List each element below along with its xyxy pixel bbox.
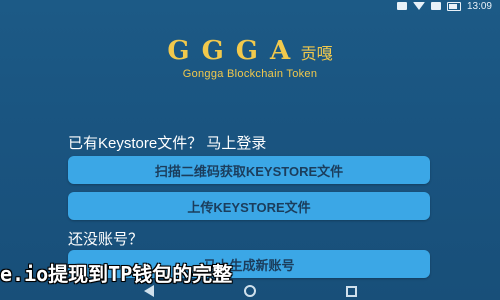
logo-text: GGGA: [167, 36, 303, 66]
wifi-icon: [412, 2, 425, 10]
battery-icon: [446, 1, 461, 11]
recent-apps-icon[interactable]: [345, 285, 357, 297]
scan-qr-button[interactable]: 扫描二维码获取KEYSTORE文件: [68, 156, 430, 184]
back-icon[interactable]: [143, 285, 154, 297]
logo-chinese-text: 贡嘎: [300, 46, 333, 63]
logo-subtitle: Gongga Blockchain Token: [182, 68, 318, 80]
system-nav-bar: [0, 282, 500, 300]
status-time: 13:09: [466, 0, 492, 12]
app-logo: GGGA 贡嘎 Gongga Blockchain Token: [0, 36, 500, 80]
status-bar: 13:09: [332, 0, 500, 12]
import-section-title: 已有Keystore文件？ 马上登录: [68, 135, 267, 152]
home-icon[interactable]: [243, 285, 256, 297]
upload-keystore-button[interactable]: 上传KEYSTORE文件: [68, 192, 430, 220]
notification-icon: [396, 2, 407, 10]
signal-icon: [430, 2, 441, 10]
create-section-title: 还没账号？: [68, 231, 144, 248]
